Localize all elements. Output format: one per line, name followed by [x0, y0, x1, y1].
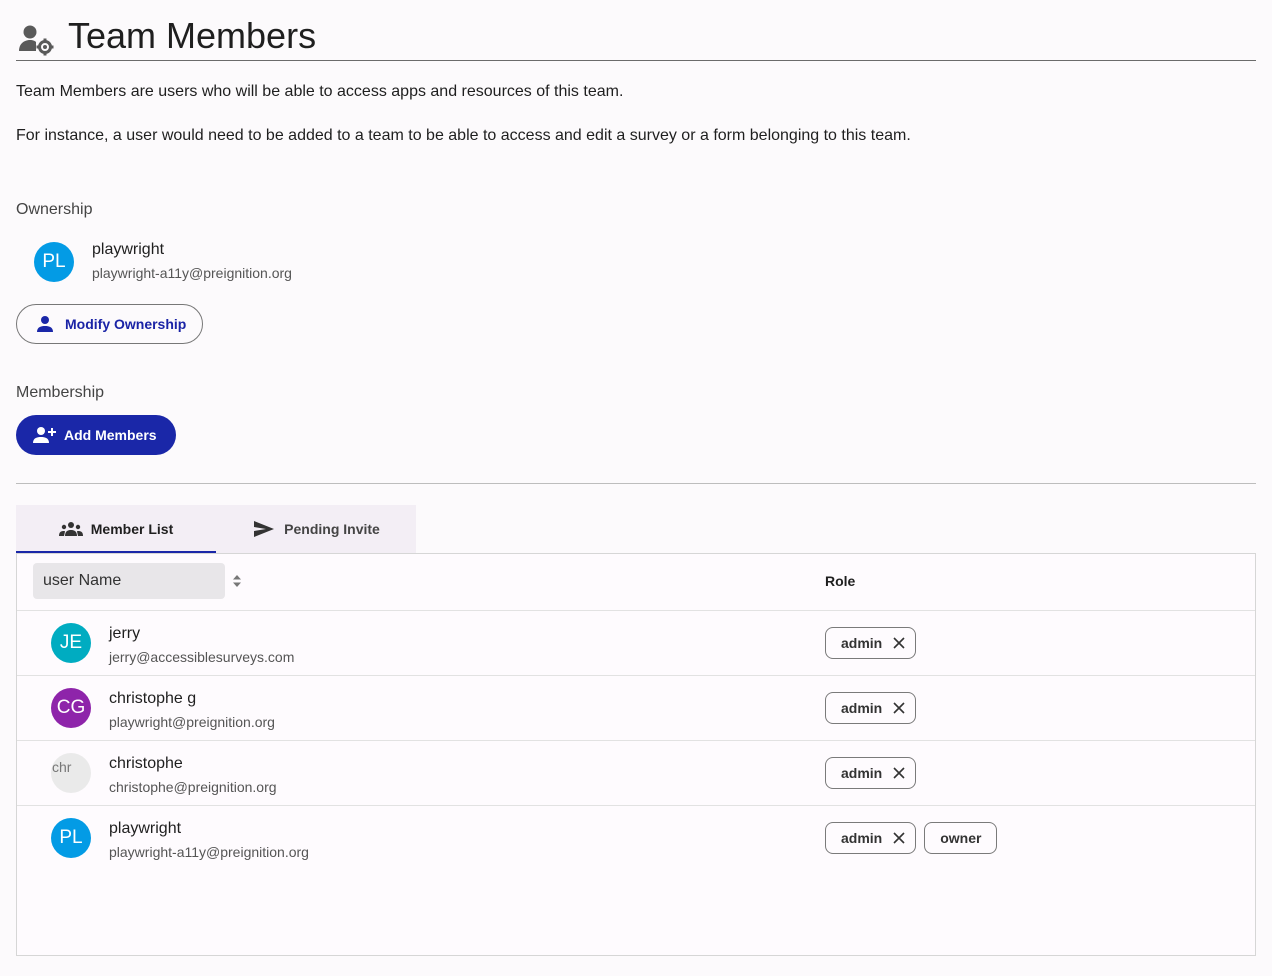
table-row: JE jerry jerry@accessiblesurveys.com adm… — [17, 611, 1255, 676]
role-chip-admin[interactable]: admin — [825, 822, 917, 854]
membership-heading: Membership — [16, 384, 105, 401]
role-chip-admin[interactable]: admin — [825, 627, 917, 659]
sort-icon[interactable] — [232, 574, 242, 588]
send-icon — [254, 521, 275, 537]
avatar-broken-image: chr — [51, 753, 91, 793]
avatar-alt-text: chr — [52, 759, 72, 775]
group-icon — [58, 522, 83, 536]
table-header: Role — [17, 554, 1255, 611]
avatar: PL — [34, 241, 74, 282]
ownership-heading: Ownership — [16, 201, 93, 218]
person-icon — [37, 316, 53, 332]
modify-ownership-button[interactable]: Modify Ownership — [16, 304, 203, 344]
tab-pending-invite-label: Pending Invite — [284, 521, 380, 537]
member-name: christophe g — [109, 690, 197, 707]
close-icon[interactable] — [893, 702, 905, 714]
manage-accounts-icon — [19, 25, 54, 56]
member-email: christophe@preignition.org — [109, 779, 277, 795]
role-column-header: Role — [825, 573, 856, 589]
member-tabs: Member List Pending Invite — [16, 505, 416, 553]
team-members-page: Team Members Team Members are users who … — [16, 0, 1256, 956]
member-email: playwright-a11y@preignition.org — [109, 844, 309, 860]
owner-item: PL playwright playwright-a11y@preignitio… — [34, 240, 292, 283]
role-chip-label: owner — [940, 830, 982, 846]
close-icon[interactable] — [893, 637, 905, 649]
member-email: jerry@accessiblesurveys.com — [109, 649, 295, 665]
owner-name: playwright — [92, 241, 165, 258]
role-chip-admin[interactable]: admin — [825, 757, 917, 789]
tab-member-list-label: Member List — [90, 521, 174, 537]
description-line-1: Team Members are users who will be able … — [16, 83, 624, 100]
owner-email: playwright-a11y@preignition.org — [92, 265, 292, 281]
member-name: playwright — [109, 820, 182, 837]
page-title: Team Members — [68, 15, 317, 56]
member-name: jerry — [109, 625, 141, 642]
avatar: JE — [51, 623, 91, 663]
tab-member-list[interactable]: Member List — [16, 505, 216, 553]
page-header: Team Members — [16, 0, 1256, 61]
role-chip-label: admin — [841, 635, 883, 651]
person-add-icon — [33, 427, 56, 443]
description-line-2: For instance, a user would need to be ad… — [16, 127, 911, 144]
table-row: PL playwright playwright-a11y@preignitio… — [17, 806, 1255, 871]
add-members-button[interactable]: Add Members — [16, 415, 176, 455]
role-chip-admin[interactable]: admin — [825, 692, 917, 724]
role-chip-owner: owner — [924, 822, 998, 854]
table-row: CG christophe g playwright@preignition.o… — [17, 676, 1255, 741]
tab-pending-invite[interactable]: Pending Invite — [216, 505, 416, 553]
avatar: PL — [51, 818, 91, 858]
role-chip-label: admin — [841, 765, 883, 781]
member-table: Role JE jerry jerry@accessiblesurveys.co… — [16, 553, 1256, 956]
modify-ownership-label: Modify Ownership — [65, 316, 187, 332]
avatar: CG — [51, 688, 91, 728]
sort-field-input[interactable] — [33, 563, 225, 599]
role-chip-label: admin — [841, 700, 883, 716]
close-icon[interactable] — [893, 767, 905, 779]
member-name: christophe — [109, 755, 183, 772]
close-icon[interactable] — [893, 832, 905, 844]
member-email: playwright@preignition.org — [109, 714, 275, 730]
role-chip-label: admin — [841, 830, 883, 846]
table-row: chr christophe christophe@preignition.or… — [17, 741, 1255, 806]
divider — [16, 483, 1256, 484]
add-members-label: Add Members — [64, 427, 157, 443]
